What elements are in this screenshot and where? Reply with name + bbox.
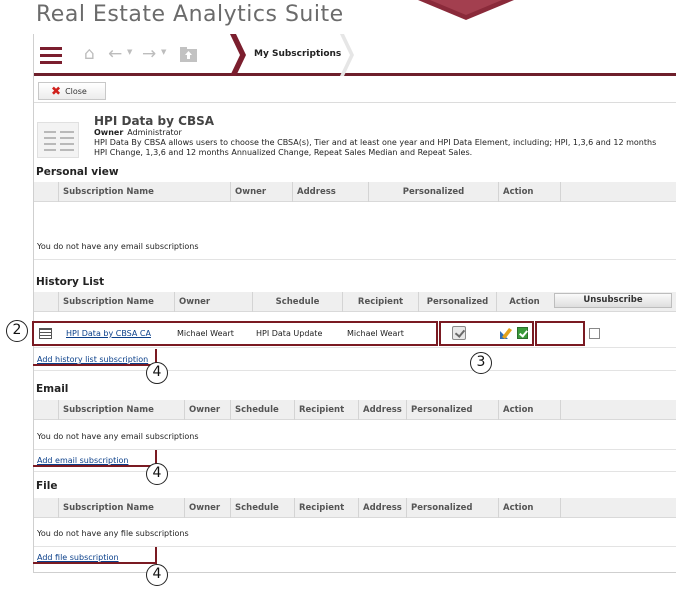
- app-title: Real Estate Analytics Suite: [36, 2, 344, 27]
- col-recipient[interactable]: Recipient: [294, 498, 358, 518]
- col-action[interactable]: Action: [498, 400, 560, 420]
- col-schedule[interactable]: Schedule: [230, 498, 294, 518]
- file-header: Subscription Name Owner Schedule Recipie…: [34, 498, 676, 518]
- callout-4: 4: [146, 362, 168, 384]
- col-subscription-name[interactable]: Subscription Name: [58, 400, 184, 420]
- report-description: HPI Data By CBSA allows users to choose …: [94, 138, 657, 157]
- unsubscribe-checkbox[interactable]: [589, 328, 600, 339]
- col-owner[interactable]: Owner: [184, 498, 230, 518]
- annotation-box-add-file: [33, 547, 157, 564]
- annotation-box-add-history: [33, 349, 157, 366]
- annotation-box-row: [32, 321, 438, 346]
- home-icon[interactable]: ⌂: [84, 44, 95, 64]
- owner-label: Owner: [94, 128, 124, 137]
- owner-value: Administrator: [127, 128, 182, 137]
- col-recipient[interactable]: Recipient: [294, 400, 358, 420]
- col-spacer: [560, 498, 565, 518]
- col-personalized[interactable]: Personalized: [406, 400, 498, 420]
- report-title: HPI Data by CBSA: [94, 114, 215, 128]
- col-spacer: [560, 182, 565, 202]
- col-recipient[interactable]: Recipient: [342, 292, 418, 312]
- section-title-personal-view: Personal view: [36, 166, 119, 178]
- personal-view-header: Subscription Name Owner Address Personal…: [34, 182, 676, 202]
- file-empty: You do not have any file subscriptions: [34, 521, 676, 547]
- forward-dropdown-icon[interactable]: ▼: [161, 48, 166, 56]
- callout-4: 4: [146, 564, 168, 586]
- col-spacer: [560, 400, 565, 420]
- annotation-box-add-email: [33, 450, 157, 467]
- breadcrumb-separator: [230, 34, 246, 76]
- col-owner[interactable]: Owner: [230, 182, 292, 202]
- col-action[interactable]: Action: [498, 498, 560, 518]
- email-header: Subscription Name Owner Schedule Recipie…: [34, 400, 676, 420]
- email-empty: You do not have any email subscriptions: [34, 424, 676, 450]
- col-address[interactable]: Address: [292, 182, 368, 202]
- col-personalized[interactable]: Personalized: [418, 292, 496, 312]
- annotation-box-actions: [439, 321, 534, 346]
- col-personalized[interactable]: Personalized: [368, 182, 498, 202]
- col-owner[interactable]: Owner: [184, 400, 230, 420]
- report-owner: Owner Administrator: [94, 128, 182, 137]
- section-title-file: File: [36, 480, 58, 492]
- col-schedule[interactable]: Schedule: [252, 292, 342, 312]
- col-personalized[interactable]: Personalized: [406, 498, 498, 518]
- col-owner[interactable]: Owner: [174, 292, 252, 312]
- col-action[interactable]: Action: [496, 292, 552, 312]
- section-title-email: Email: [36, 383, 69, 395]
- section-title-history-list: History List: [36, 276, 105, 288]
- forward-icon[interactable]: →: [142, 44, 156, 64]
- breadcrumb-current[interactable]: My Subscriptions: [254, 49, 341, 59]
- col-subscription-name[interactable]: Subscription Name: [58, 182, 230, 202]
- close-button[interactable]: ✖ Close: [38, 82, 106, 100]
- close-icon: ✖: [51, 84, 62, 98]
- unsubscribe-button[interactable]: Unsubscribe: [554, 293, 672, 308]
- close-button-label: Close: [65, 86, 87, 96]
- breadcrumb-end: [340, 34, 354, 76]
- top-nav-bar: ⌂ ← ▼ → ▼ My Subscriptions: [34, 34, 676, 76]
- callout-2: 2: [6, 320, 28, 342]
- col-subscription-name[interactable]: Subscription Name: [58, 498, 184, 518]
- col-address[interactable]: Address: [358, 498, 406, 518]
- col-action[interactable]: Action: [498, 182, 560, 202]
- col-subscription-name[interactable]: Subscription Name: [58, 292, 174, 312]
- report-icon: [37, 122, 79, 158]
- callout-4: 4: [146, 463, 168, 485]
- callout-3: 3: [470, 352, 492, 374]
- personal-view-empty: You do not have any email subscriptions: [34, 234, 676, 260]
- report-header: HPI Data by CBSA Owner Administrator HPI …: [34, 104, 676, 160]
- title-decoration: [418, 0, 514, 20]
- col-schedule[interactable]: Schedule: [230, 400, 294, 420]
- col-address[interactable]: Address: [358, 400, 406, 420]
- folder-up-icon[interactable]: [180, 46, 197, 62]
- annotation-box-unsubscribe: [535, 321, 585, 346]
- toolbar: ✖ Close: [34, 79, 676, 103]
- back-dropdown-icon[interactable]: ▼: [127, 48, 132, 56]
- back-icon[interactable]: ←: [108, 44, 122, 64]
- menu-icon[interactable]: [40, 47, 62, 64]
